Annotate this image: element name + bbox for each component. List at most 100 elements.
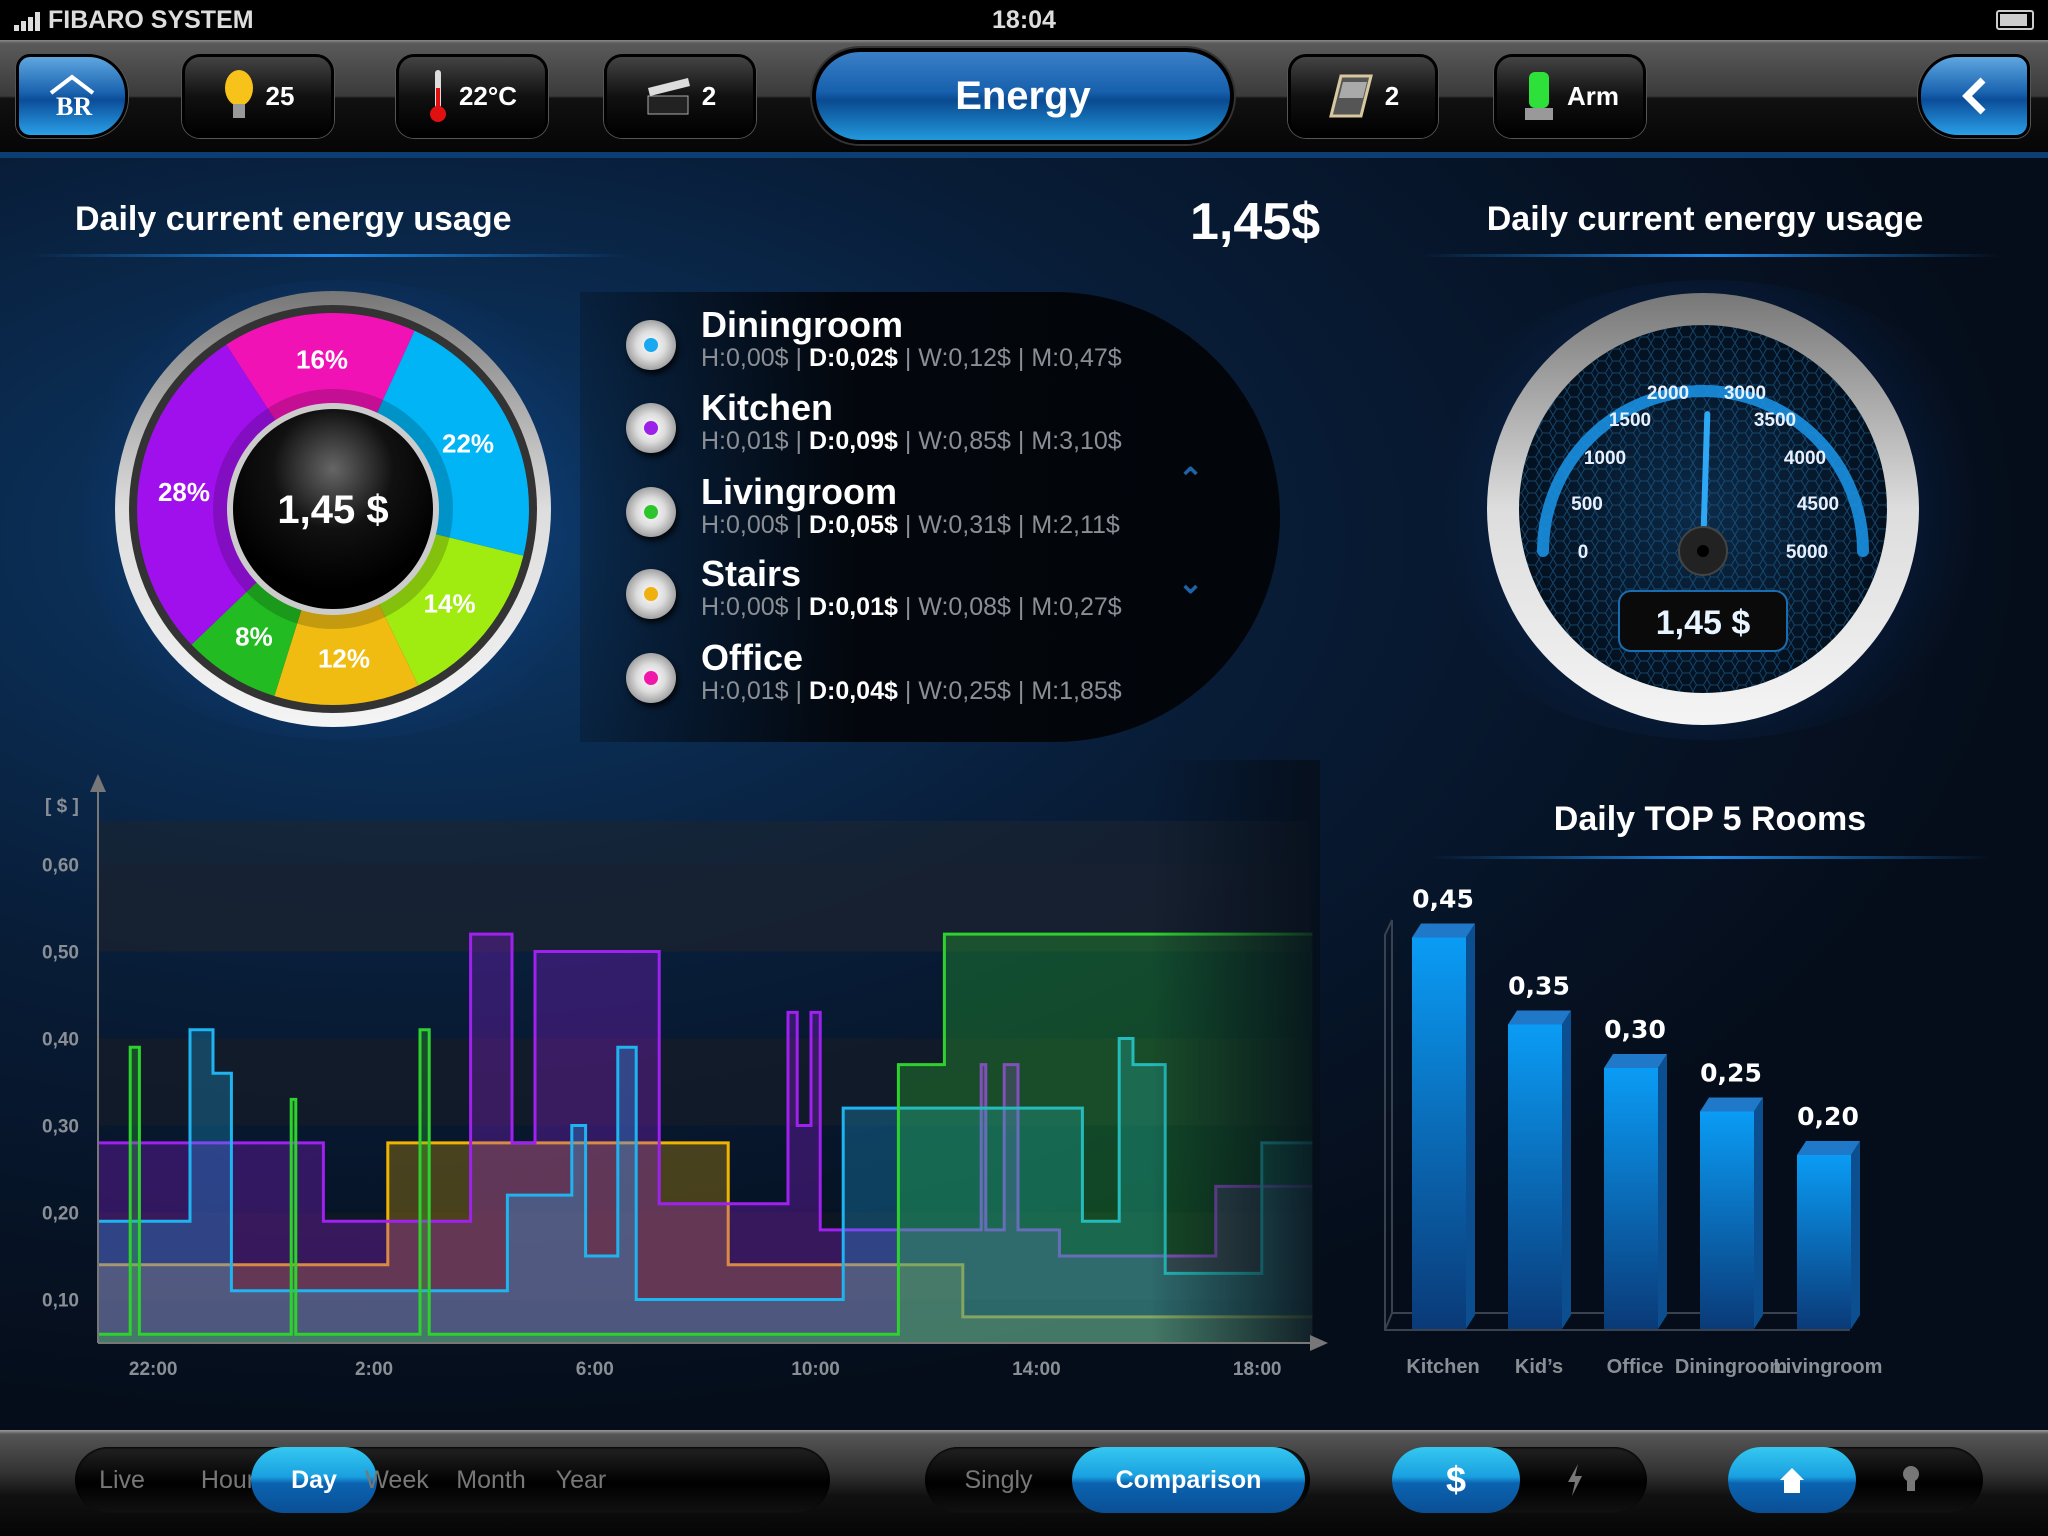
- bar-top: [1604, 1054, 1667, 1068]
- back-button[interactable]: [1918, 54, 2030, 138]
- gauge-tick-label: 5000: [1786, 542, 1828, 563]
- segment-dollar[interactable]: $: [1392, 1447, 1520, 1513]
- gauge-tick-label: 2000: [1647, 383, 1689, 404]
- segment-home[interactable]: [1728, 1447, 1856, 1513]
- bar-category-label: Office: [1607, 1356, 1664, 1378]
- y-tick-label: 0,40: [42, 1030, 79, 1051]
- segment-lightbulb[interactable]: [1856, 1447, 1966, 1513]
- unit-selector: $: [1392, 1447, 1647, 1513]
- y-tick-label: 0,60: [42, 856, 79, 877]
- title-underline: [30, 254, 630, 257]
- bar-value-label: 0,25: [1700, 1059, 1762, 1088]
- room-costs: H:0,00$ | D:0,02$ | W:0,12$ | M:0,47$: [701, 344, 1122, 372]
- room-name: Office: [701, 637, 804, 678]
- bar[interactable]: [1700, 1111, 1754, 1330]
- lightning-icon: [1568, 1464, 1582, 1496]
- blinds-count: 2: [1384, 80, 1400, 111]
- bar[interactable]: [1797, 1155, 1851, 1329]
- segment-label: Year: [555, 1465, 607, 1494]
- view-selector: [1728, 1447, 1983, 1513]
- room-name: Diningroom: [701, 304, 903, 345]
- day-cost: D:0,01$: [808, 593, 898, 621]
- hour-cost: H:0,00$: [701, 593, 789, 621]
- bar-chart-title: Daily TOP 5 Rooms: [1553, 800, 1867, 838]
- month-cost: M:2,11$: [1031, 511, 1120, 539]
- room-color-disc-icon: [626, 403, 676, 453]
- month-cost: M:0,47$: [1031, 344, 1122, 372]
- scenes-count: 2: [701, 80, 717, 111]
- bar-side: [1562, 1010, 1571, 1329]
- temperature-value: 22°C: [458, 80, 518, 111]
- gauge-tick-label: 4000: [1784, 448, 1826, 469]
- bar-category-label: Diningroom: [1675, 1356, 1787, 1378]
- clock: 18:04: [992, 6, 1056, 34]
- segment-label: Live: [99, 1465, 145, 1494]
- gauge-tick-label: 0: [1578, 542, 1589, 563]
- donut-slice-label: 8%: [235, 621, 273, 651]
- week-cost: W:0,08$: [918, 593, 1011, 621]
- week-cost: W:0,31$: [918, 511, 1011, 539]
- y-axis-arrow-icon: [90, 774, 106, 792]
- bar[interactable]: [1412, 937, 1466, 1330]
- segment-label: Hour: [200, 1465, 256, 1494]
- energy-title-button[interactable]: Energy: [812, 48, 1234, 144]
- bar-category-label: Kid’s: [1515, 1356, 1563, 1378]
- bar-side: [1851, 1141, 1860, 1329]
- svg-text:BR: BR: [56, 92, 92, 119]
- title-underline: [1420, 254, 2000, 257]
- segment-label: Singly: [964, 1465, 1033, 1494]
- temperature-button[interactable]: 22°C: [396, 54, 548, 138]
- status-bar: FIBARO SYSTEM 18:04: [0, 0, 2048, 40]
- alarm-siren-icon: [1524, 72, 1553, 120]
- hour-cost: H:0,01$: [701, 427, 789, 455]
- x-tick-label: 10:00: [791, 1359, 840, 1380]
- y-axis-label: [ $ ]: [45, 796, 79, 817]
- bar-value-label: 0,20: [1797, 1102, 1859, 1131]
- bar[interactable]: [1508, 1024, 1562, 1330]
- chevron-up-icon[interactable]: ⌃: [1178, 462, 1203, 497]
- gauge-readout: 1,45 $: [1656, 604, 1751, 642]
- segment-label: Day: [291, 1465, 337, 1494]
- segment-singly[interactable]: Singly: [925, 1447, 1072, 1513]
- segment-label: Week: [365, 1465, 429, 1494]
- blinds-button[interactable]: 2: [1288, 54, 1438, 138]
- lights-button[interactable]: 25: [182, 54, 334, 138]
- alarm-label: Arm: [1566, 80, 1619, 111]
- alarm-button[interactable]: Arm: [1494, 54, 1646, 138]
- month-cost: M:3,10$: [1031, 427, 1122, 455]
- segment-month[interactable]: Month: [431, 1447, 551, 1513]
- donut-slice-label: 14%: [424, 588, 476, 618]
- segment-comparison[interactable]: Comparison: [1072, 1447, 1305, 1513]
- chevron-left-icon: [1962, 77, 1986, 115]
- room-color-disc-icon: [626, 569, 676, 619]
- x-tick-label: 18:00: [1233, 1359, 1282, 1380]
- bar-side: [1754, 1097, 1763, 1329]
- home-button[interactable]: BR: [16, 54, 128, 138]
- x-tick-label: 2:00: [355, 1359, 393, 1380]
- segment-live[interactable]: Live: [75, 1447, 169, 1513]
- scenes-button[interactable]: 2: [604, 54, 756, 138]
- room-name: Stairs: [701, 553, 802, 594]
- bar-top: [1797, 1141, 1860, 1155]
- room-costs: H:0,01$ | D:0,09$ | W:0,85$ | M:3,10$: [701, 427, 1122, 455]
- hour-cost: H:0,00$: [701, 511, 789, 539]
- bar-side: [1658, 1054, 1667, 1329]
- segment-lightning[interactable]: [1520, 1447, 1630, 1513]
- gauge-tick-label: 3500: [1754, 410, 1796, 431]
- segment-label: $: [1445, 1459, 1467, 1500]
- day-cost: D:0,02$: [808, 344, 898, 372]
- x-tick-label: 22:00: [129, 1359, 178, 1380]
- room-share-donut: 16% 22% 14% 12% 8% 28% 1,45 $: [115, 291, 551, 727]
- lights-count: 25: [265, 80, 295, 111]
- y-tick-label: 0,30: [42, 1117, 79, 1138]
- bar-side: [1466, 923, 1475, 1329]
- left-panel-title: Daily current energy usage: [75, 200, 512, 238]
- chevron-down-icon[interactable]: ⌄: [1178, 566, 1203, 601]
- bar[interactable]: [1604, 1068, 1658, 1329]
- gauge-tick-label: 3000: [1724, 383, 1766, 404]
- total-cost: 1,45$: [1190, 193, 1321, 251]
- room-name: Kitchen: [701, 387, 834, 428]
- segment-year[interactable]: Year: [541, 1447, 621, 1513]
- thermometer-icon: [429, 70, 446, 122]
- hour-cost: H:0,01$: [701, 677, 789, 705]
